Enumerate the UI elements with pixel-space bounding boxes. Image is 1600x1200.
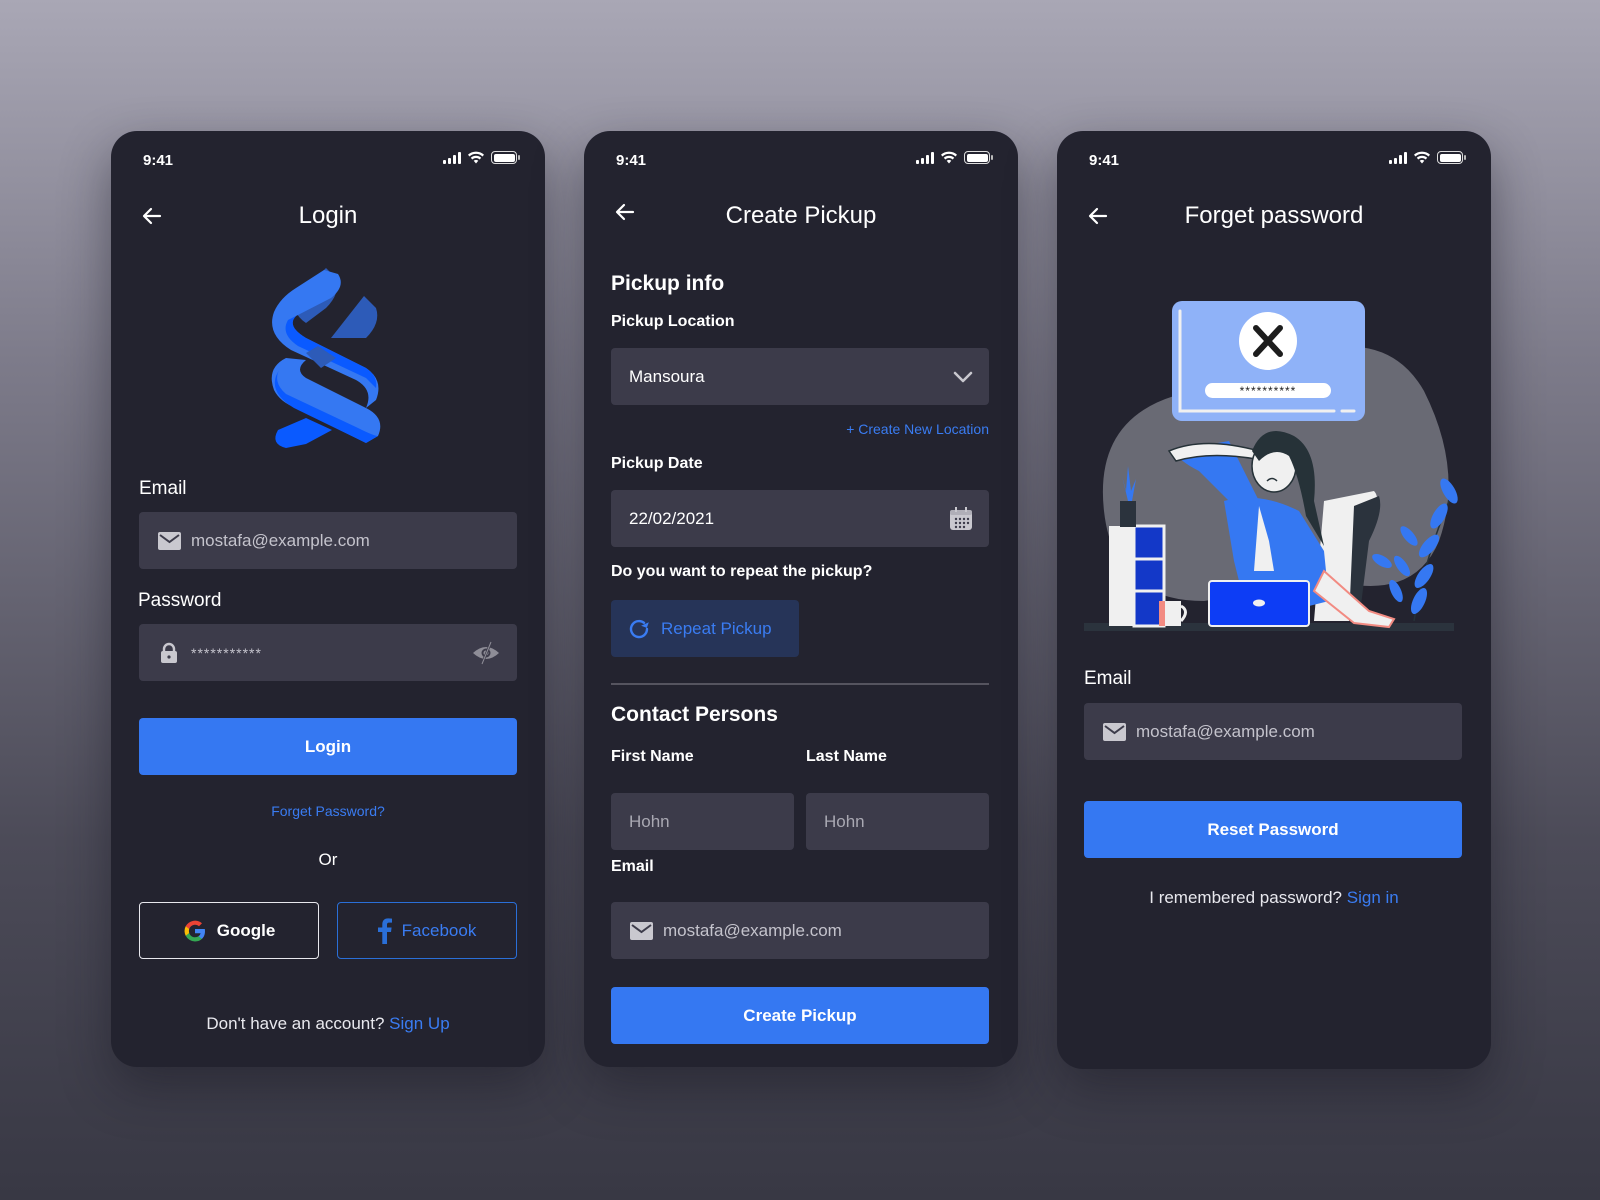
status-time: 9:41 bbox=[616, 152, 647, 169]
chevron-down-icon bbox=[953, 371, 973, 383]
google-button[interactable]: Google bbox=[139, 902, 319, 959]
signin-prompt-text: I remembered password? bbox=[1149, 888, 1343, 907]
pickup-date-label: Pickup Date bbox=[611, 455, 703, 472]
contact-email-input[interactable]: mostafa@example.com bbox=[611, 902, 989, 959]
google-label: Google bbox=[216, 920, 276, 940]
refresh-icon bbox=[629, 619, 649, 638]
status-bar: 9:41 bbox=[1089, 149, 1466, 173]
forgot-password-link[interactable]: Forget Password? bbox=[111, 803, 545, 819]
password-label: Password bbox=[138, 590, 222, 611]
login-screen: 9:41 Login Email mostafa@example.com Pas… bbox=[111, 131, 545, 1067]
facebook-button[interactable]: Facebook bbox=[337, 902, 517, 959]
pickup-date-input[interactable]: 22/02/2021 bbox=[611, 490, 989, 547]
lock-icon bbox=[157, 641, 181, 665]
signal-icon bbox=[1389, 151, 1407, 164]
page-title: Login bbox=[298, 202, 358, 229]
mail-icon bbox=[629, 919, 653, 943]
repeat-question: Do you want to repeat the pickup? bbox=[611, 563, 873, 580]
last-name-placeholder: Hohn bbox=[824, 811, 865, 831]
pickup-date-value: 22/02/2021 bbox=[629, 508, 715, 528]
signal-icon bbox=[443, 151, 461, 164]
email-value: mostafa@example.com bbox=[1136, 721, 1315, 741]
first-name-placeholder: Hohn bbox=[629, 811, 670, 831]
page-title: Forget password bbox=[1184, 202, 1364, 229]
create-new-location-link[interactable]: + Create New Location bbox=[846, 421, 989, 437]
mail-icon bbox=[1102, 720, 1126, 744]
email-value: mostafa@example.com bbox=[191, 530, 370, 550]
facebook-icon bbox=[377, 917, 392, 944]
wifi-icon bbox=[468, 151, 484, 164]
pickup-location-label: Pickup Location bbox=[611, 313, 735, 330]
forgot-password-illustration: ********** bbox=[1084, 301, 1464, 646]
illustration-password-text: ********** bbox=[1239, 384, 1297, 398]
create-pickup-screen: 9:41 Create Pickup Pickup info Pickup Lo… bbox=[584, 131, 1018, 1067]
repeat-pickup-button[interactable]: Repeat Pickup bbox=[611, 600, 799, 657]
password-input[interactable]: *********** bbox=[139, 624, 517, 681]
section-divider bbox=[611, 683, 989, 685]
first-name-input[interactable]: Hohn bbox=[611, 793, 794, 850]
contact-email-label: Email bbox=[611, 858, 654, 875]
or-separator: Or bbox=[318, 850, 338, 869]
status-time: 9:41 bbox=[1089, 152, 1120, 169]
wifi-icon bbox=[941, 151, 957, 164]
mail-icon bbox=[157, 529, 181, 553]
facebook-label: Facebook bbox=[401, 920, 477, 940]
email-input[interactable]: mostafa@example.com bbox=[139, 512, 517, 569]
first-name-label: First Name bbox=[611, 748, 694, 765]
status-bar: 9:41 bbox=[143, 149, 520, 173]
google-icon bbox=[184, 920, 205, 941]
email-input[interactable]: mostafa@example.com bbox=[1084, 703, 1462, 760]
signup-prompt-text: Don't have an account? bbox=[206, 1014, 385, 1033]
battery-icon bbox=[964, 151, 993, 164]
email-label: Email bbox=[139, 478, 187, 499]
brand-logo bbox=[271, 268, 381, 448]
login-button[interactable]: Login bbox=[139, 718, 517, 775]
last-name-input[interactable]: Hohn bbox=[806, 793, 989, 850]
contact-email-value: mostafa@example.com bbox=[663, 920, 842, 940]
create-pickup-button[interactable]: Create Pickup bbox=[611, 987, 989, 1044]
pickup-info-heading: Pickup info bbox=[611, 272, 725, 295]
status-time: 9:41 bbox=[143, 152, 174, 169]
signup-prompt: Don't have an account? Sign Up bbox=[111, 1014, 545, 1034]
calendar-icon[interactable] bbox=[949, 506, 973, 531]
forget-password-screen: 9:41 Forget password ********** Email mo… bbox=[1057, 131, 1491, 1069]
pickup-location-select[interactable]: Mansoura bbox=[611, 348, 989, 405]
last-name-label: Last Name bbox=[806, 748, 887, 765]
battery-icon bbox=[491, 151, 520, 164]
wifi-icon bbox=[1414, 151, 1430, 164]
pickup-location-value: Mansoura bbox=[629, 366, 705, 386]
eye-slash-icon[interactable] bbox=[471, 640, 501, 666]
repeat-pickup-label: Repeat Pickup bbox=[661, 618, 772, 638]
contact-persons-heading: Contact Persons bbox=[611, 703, 778, 726]
signin-prompt: I remembered password? Sign in bbox=[1057, 888, 1491, 908]
signin-link[interactable]: Sign in bbox=[1347, 888, 1399, 907]
signal-icon bbox=[916, 151, 934, 164]
battery-icon bbox=[1437, 151, 1466, 164]
page-title: Create Pickup bbox=[725, 202, 877, 229]
signup-link[interactable]: Sign Up bbox=[389, 1014, 449, 1033]
password-value: *********** bbox=[191, 644, 262, 661]
email-label: Email bbox=[1084, 668, 1132, 689]
reset-password-button[interactable]: Reset Password bbox=[1084, 801, 1462, 858]
status-bar: 9:41 bbox=[616, 149, 993, 173]
